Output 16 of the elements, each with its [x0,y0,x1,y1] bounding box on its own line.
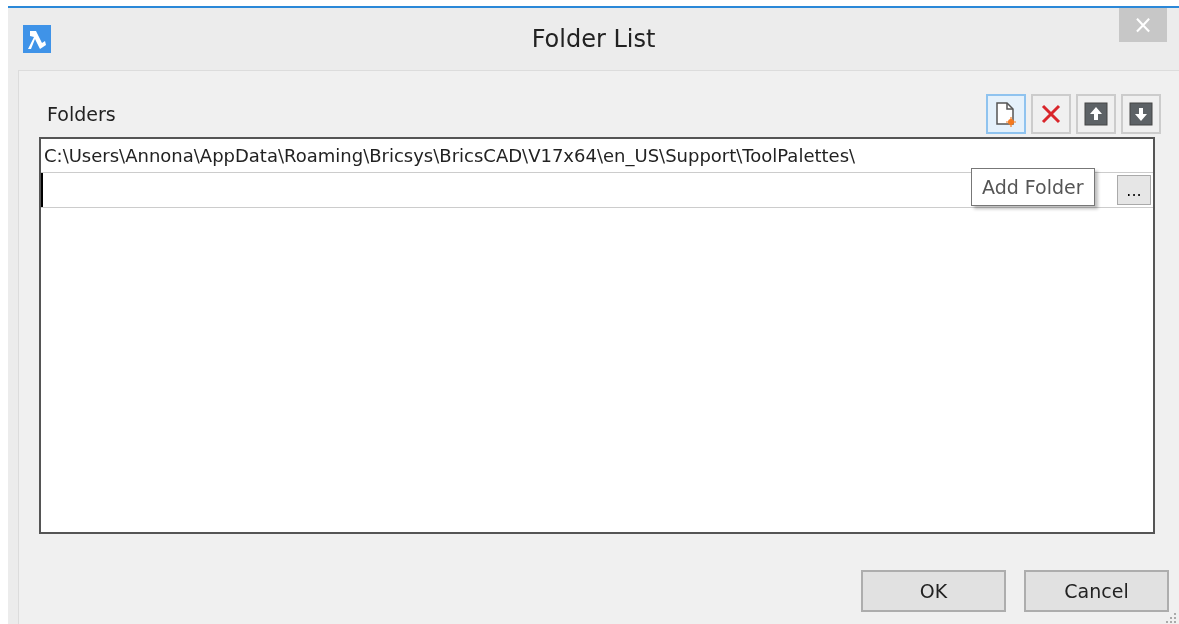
new-file-icon [994,101,1018,127]
cancel-button[interactable]: Cancel [1024,570,1169,612]
arrow-down-icon [1129,102,1153,126]
window-title: Folder List [530,25,657,53]
resize-grip-icon[interactable] [1165,612,1177,624]
arrow-up-icon [1084,102,1108,126]
tooltip: Add Folder [971,168,1095,206]
move-down-button[interactable] [1121,94,1161,134]
ok-button[interactable]: OK [861,570,1006,612]
delete-icon [1040,103,1062,125]
app-logo-icon [23,25,51,53]
browse-button[interactable]: ... [1117,175,1151,205]
folders-label: Folders [47,103,116,125]
add-folder-button[interactable] [986,94,1026,134]
delete-button[interactable] [1031,94,1071,134]
move-up-button[interactable] [1076,94,1116,134]
